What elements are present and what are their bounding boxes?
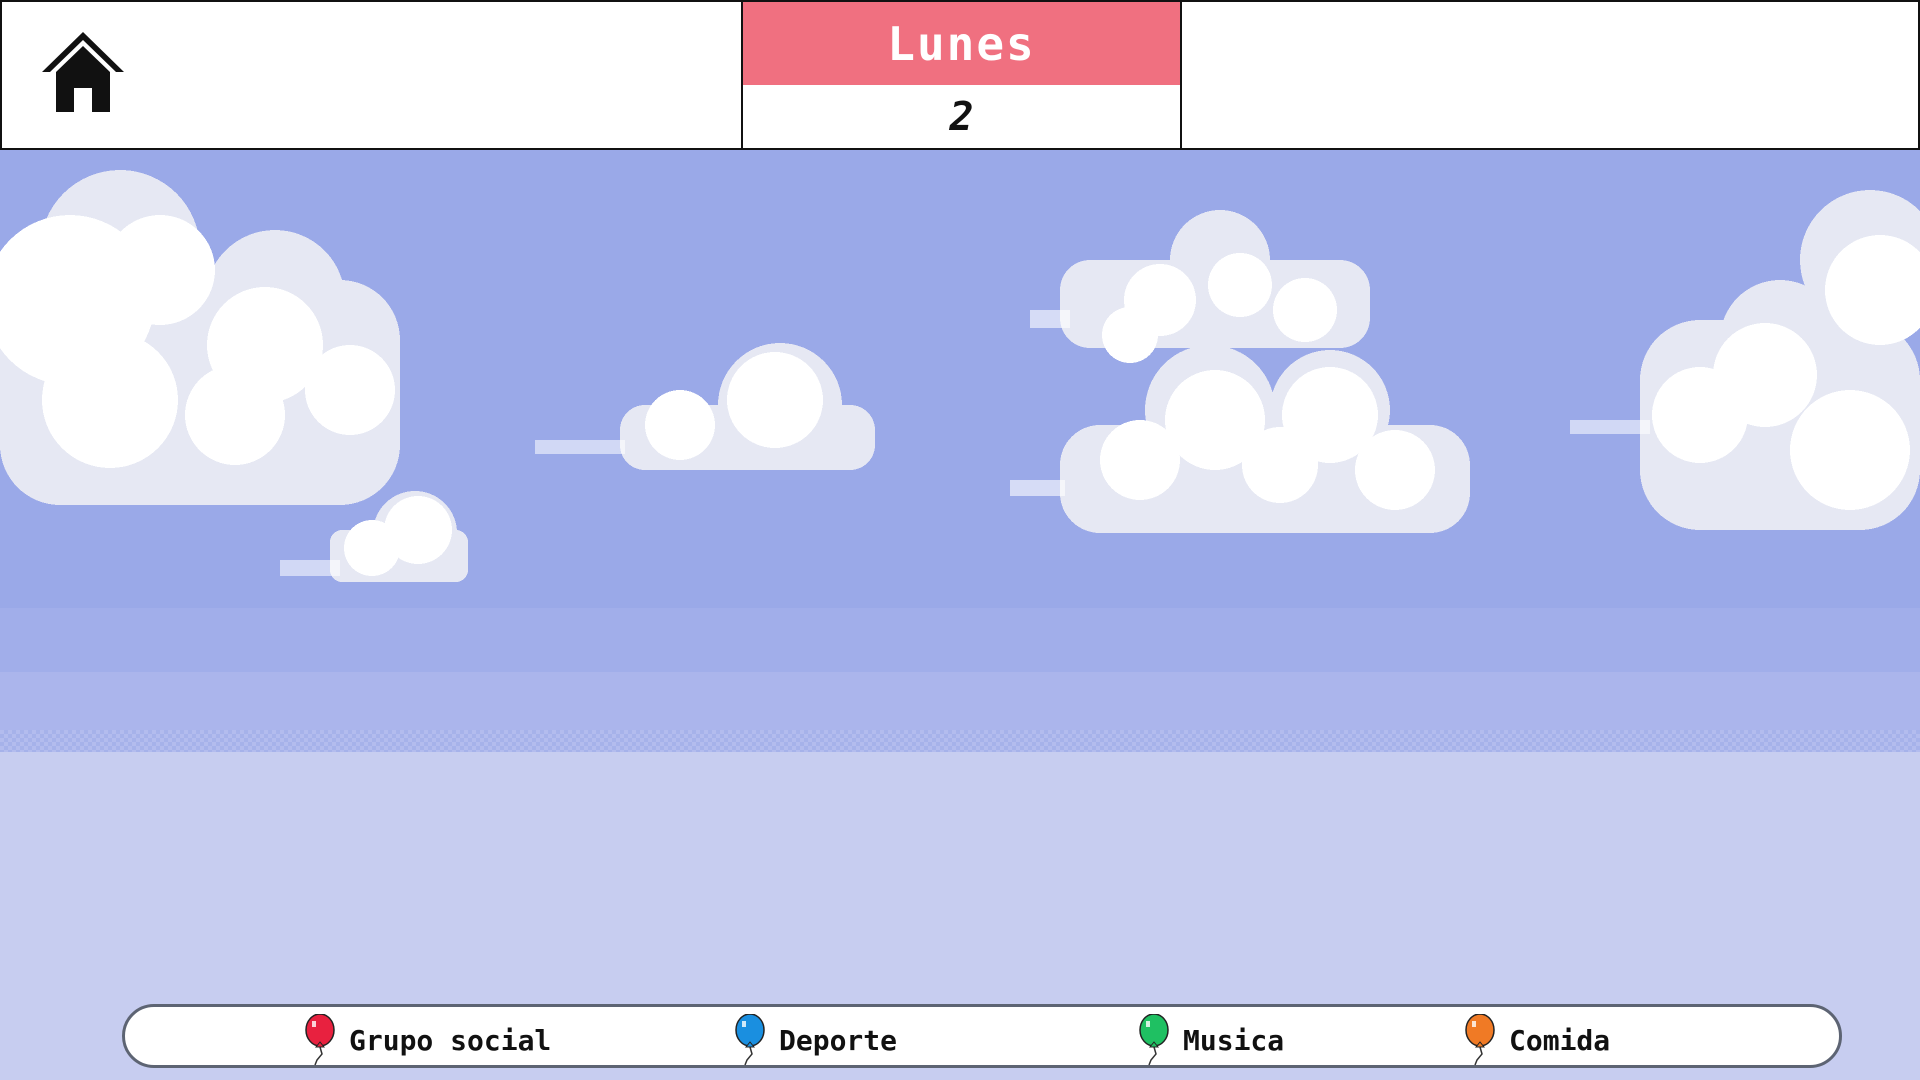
top-bar: Lunes 2 [0, 0, 1920, 150]
game-screen: Lunes 2 Grupo social Deporte Musica Comi… [0, 0, 1920, 1080]
legend-item-grupo-social[interactable]: Grupo social [303, 1014, 552, 1066]
blue-balloon-icon [735, 1014, 765, 1066]
top-right-panel [1182, 2, 1918, 148]
legend-label: Musica [1183, 1023, 1285, 1057]
legend-label: Deporte [779, 1023, 898, 1057]
day-number-label: 2 [743, 85, 1180, 148]
dither-band [0, 730, 1920, 752]
legend-item-musica[interactable]: Musica [1137, 1014, 1285, 1066]
green-balloon-icon [1139, 1014, 1169, 1066]
day-name-label: Lunes [743, 2, 1180, 85]
home-icon [42, 32, 124, 112]
orange-balloon-icon [1465, 1014, 1495, 1066]
red-balloon-icon [305, 1014, 335, 1066]
category-legend: Grupo social Deporte Musica Comida [122, 1004, 1842, 1068]
legend-label: Grupo social [349, 1023, 552, 1057]
horizon-band-1 [0, 608, 1920, 672]
legend-item-comida[interactable]: Comida [1463, 1014, 1611, 1066]
top-left-panel [2, 2, 743, 148]
legend-item-deporte[interactable]: Deporte [733, 1014, 898, 1066]
home-button[interactable] [38, 28, 128, 116]
legend-label: Comida [1509, 1023, 1611, 1057]
sky-background [0, 150, 1920, 1080]
horizon-band-2 [0, 672, 1920, 730]
day-panel: Lunes 2 [743, 2, 1182, 148]
